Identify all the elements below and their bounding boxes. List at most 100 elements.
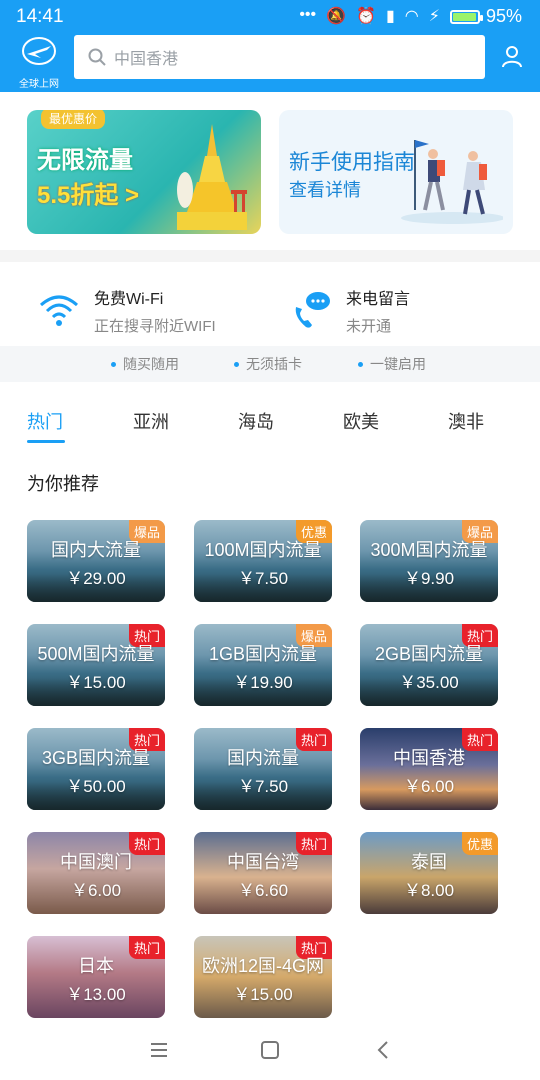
bullet-icon (234, 361, 239, 367)
product-price: ￥6.00 (70, 881, 122, 900)
product-card[interactable]: 热门 3GB国内流量 ￥50.00 (27, 728, 165, 810)
app-header: 14:41 ••• 🔕 ⏰ ▮ ◠ ⚡ 95% 全球上网 中国香港 (0, 0, 540, 92)
product-name: 1GB国内流量 (208, 644, 318, 664)
search-input[interactable]: 中国香港 (74, 35, 485, 79)
logo-caption: 全球上网 (19, 79, 59, 90)
product-name: 2GB国内流量 (374, 644, 484, 664)
hint-item: 随买随用 (111, 354, 179, 374)
menu-icon[interactable] (147, 1038, 171, 1062)
status-icons: ••• 🔕 ⏰ ▮ ◠ ⚡ (299, 6, 440, 26)
tab-oceania-africa[interactable]: 澳非 (448, 408, 484, 434)
product-card[interactable]: 热门 日本 ￥13.00 (27, 936, 165, 1018)
free-wifi-entry[interactable]: 免费Wi-Fi 正在搜寻附近WIFI (36, 282, 216, 338)
search-placeholder: 中国香港 (114, 51, 179, 68)
product-price: ￥6.00 (403, 777, 455, 796)
product-price: ￥15.00 (233, 985, 293, 1004)
user-icon[interactable] (500, 44, 524, 68)
product-name: 国内流量 (227, 748, 299, 768)
product-card[interactable]: 优惠 泰国 ￥8.00 (360, 832, 498, 914)
product-price: ￥7.50 (237, 569, 289, 588)
guide-banner[interactable]: 新手使用指南 查看详情 (279, 110, 513, 234)
status-bar: 14:41 ••• 🔕 ⏰ ▮ ◠ ⚡ 95% (0, 0, 540, 34)
product-name: 100M国内流量 (204, 540, 322, 560)
product-price: ￥15.00 (66, 673, 126, 692)
hint-text: 无须插卡 (246, 356, 302, 372)
product-price: ￥9.90 (403, 569, 455, 588)
mute-icon: 🔕 (326, 8, 347, 25)
region-tabs: 热门 亚洲 海岛 欧美 澳非 (0, 404, 540, 444)
product-name: 日本 (78, 956, 114, 976)
divider (0, 250, 540, 262)
wifi-status-icon: ◠ (404, 8, 419, 25)
product-name: 300M国内流量 (370, 540, 488, 560)
battery-indicator: 95% (449, 6, 522, 27)
feature-subtitle: 未开通 (346, 317, 392, 335)
alarm-icon: ⏰ (356, 8, 376, 25)
product-card[interactable]: 爆品 国内大流量 ￥29.00 (27, 520, 165, 602)
product-price: ￥7.50 (237, 777, 289, 796)
product-name: 中国澳门 (60, 852, 132, 872)
battery-icon (449, 9, 483, 24)
product-name: 国内大流量 (51, 540, 141, 560)
product-card[interactable]: 热门 中国香港 ￥6.00 (360, 728, 498, 810)
banner-title: 无限流量 (37, 147, 133, 174)
product-card[interactable]: 爆品 1GB国内流量 ￥19.90 (194, 624, 332, 706)
product-name: 中国台湾 (227, 852, 299, 872)
feature-hints: 随买随用 无须插卡 一键启用 (0, 346, 540, 382)
feature-title: 来电留言 (346, 290, 411, 308)
product-card[interactable]: 热门 2GB国内流量 ￥35.00 (360, 624, 498, 706)
more-dots-icon: ••• (299, 6, 317, 23)
product-price: ￥35.00 (399, 673, 459, 692)
product-name: 3GB国内流量 (41, 748, 151, 768)
tab-islands[interactable]: 海岛 (238, 408, 274, 434)
tab-asia[interactable]: 亚洲 (133, 408, 169, 434)
search-icon (88, 48, 106, 66)
hikers-illustration (401, 140, 503, 224)
pagoda-illustration (177, 124, 247, 230)
feature-subtitle: 正在搜寻附近WIFI (94, 317, 216, 335)
hint-text: 随买随用 (123, 356, 179, 372)
battery-percent: 95% (485, 6, 522, 26)
battery-fill (452, 12, 476, 21)
wifi-icon (40, 295, 78, 326)
product-name: 欧洲12国-4G网 (201, 956, 325, 976)
product-card[interactable]: 热门 中国台湾 ￥6.60 (194, 832, 332, 914)
product-card[interactable]: 优惠 100M国内流量 ￥7.50 (194, 520, 332, 602)
banner-tag: 最优惠价 (41, 110, 106, 129)
charging-icon: ⚡ (428, 8, 440, 25)
bullet-icon (358, 361, 363, 367)
promo-banner-unlimited[interactable]: 最优惠价 无限流量 5.5折起 > (27, 110, 261, 234)
signal-icon: ▮ (385, 8, 395, 25)
product-card[interactable]: 热门 欧洲12国-4G网 ￥15.00 (194, 936, 332, 1018)
guide-link: 查看详情 (289, 180, 361, 200)
bullet-icon (111, 361, 116, 367)
product-price: ￥13.00 (66, 985, 126, 1004)
product-price: ￥19.90 (233, 673, 293, 692)
product-card[interactable]: 热门 国内流量 ￥7.50 (194, 728, 332, 810)
product-price: ￥6.60 (237, 881, 289, 900)
product-name: 500M国内流量 (37, 644, 155, 664)
active-tab-indicator (27, 440, 65, 443)
tab-hot[interactable]: 热门 (27, 408, 63, 434)
product-card[interactable]: 热门 中国澳门 ￥6.00 (27, 832, 165, 914)
tab-europe-america[interactable]: 欧美 (343, 408, 379, 434)
hint-item: 无须插卡 (234, 354, 302, 374)
product-card[interactable]: 热门 500M国内流量 ￥15.00 (27, 624, 165, 706)
home-icon[interactable] (258, 1038, 282, 1062)
product-card[interactable]: 爆品 300M国内流量 ￥9.90 (360, 520, 498, 602)
hint-item: 一键启用 (358, 354, 426, 374)
status-time: 14:41 (16, 6, 64, 27)
product-name: 泰国 (411, 852, 447, 872)
product-name: 中国香港 (393, 748, 465, 768)
voicemail-entry[interactable]: 来电留言 未开通 (288, 282, 410, 338)
voicemail-icon (295, 292, 330, 328)
product-price: ￥29.00 (66, 569, 126, 588)
product-price: ￥8.00 (403, 881, 455, 900)
plane-logo-icon (22, 37, 56, 65)
banner-discount: 5.5折起 > (37, 182, 140, 209)
back-icon[interactable] (372, 1038, 396, 1062)
section-title: 为你推荐 (27, 474, 99, 494)
app-logo[interactable]: 全球上网 (16, 36, 62, 90)
system-nav-bar (0, 1020, 540, 1080)
hint-text: 一键启用 (370, 356, 426, 372)
